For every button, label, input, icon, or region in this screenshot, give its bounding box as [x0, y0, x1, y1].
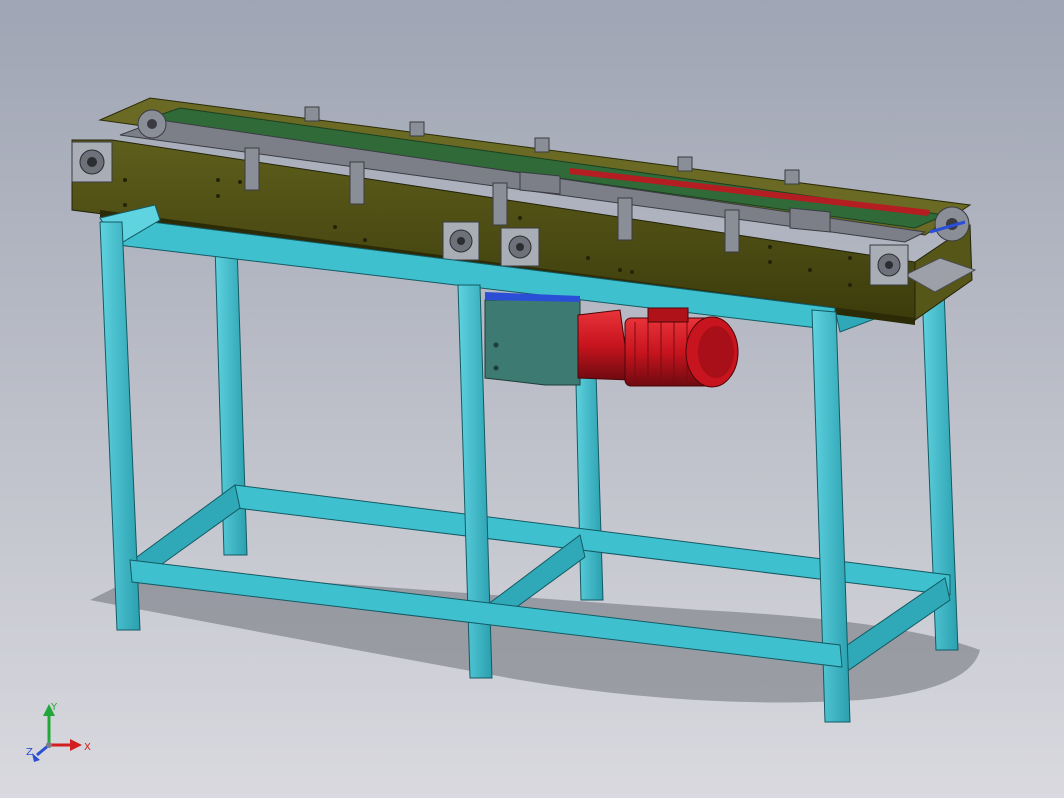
- bearing-drive-2: [500, 227, 540, 267]
- sprocket-left: [137, 109, 167, 139]
- bracket: [244, 147, 260, 191]
- cad-viewport[interactable]: Y X Z: [0, 0, 1064, 798]
- coordinate-triad[interactable]: Y X Z: [24, 700, 104, 770]
- bearing-right-end: [869, 244, 909, 286]
- bracket: [784, 169, 800, 185]
- chain-guard: [484, 299, 581, 386]
- bracket: [304, 106, 320, 122]
- bracket: [349, 161, 365, 205]
- bracket: [409, 121, 425, 137]
- bearing-left-end: [71, 141, 113, 183]
- axis-z-arrow: [32, 743, 50, 762]
- gearbox: [577, 309, 631, 381]
- bracket: [534, 137, 550, 153]
- bracket: [492, 182, 508, 226]
- axis-x-label: X: [84, 742, 91, 753]
- axis-z-label: Z: [26, 747, 33, 758]
- bracket: [617, 197, 633, 241]
- axis-y-label: Y: [50, 702, 58, 713]
- bracket: [724, 209, 740, 253]
- motor-terminal-box: [647, 307, 689, 323]
- bracket: [677, 156, 693, 172]
- conveyor-assembly-model[interactable]: [0, 0, 1064, 798]
- bearing-drive-1: [442, 221, 480, 261]
- guide-block: [789, 207, 831, 233]
- guide-block: [519, 171, 561, 195]
- axis-x-arrow: [49, 739, 82, 751]
